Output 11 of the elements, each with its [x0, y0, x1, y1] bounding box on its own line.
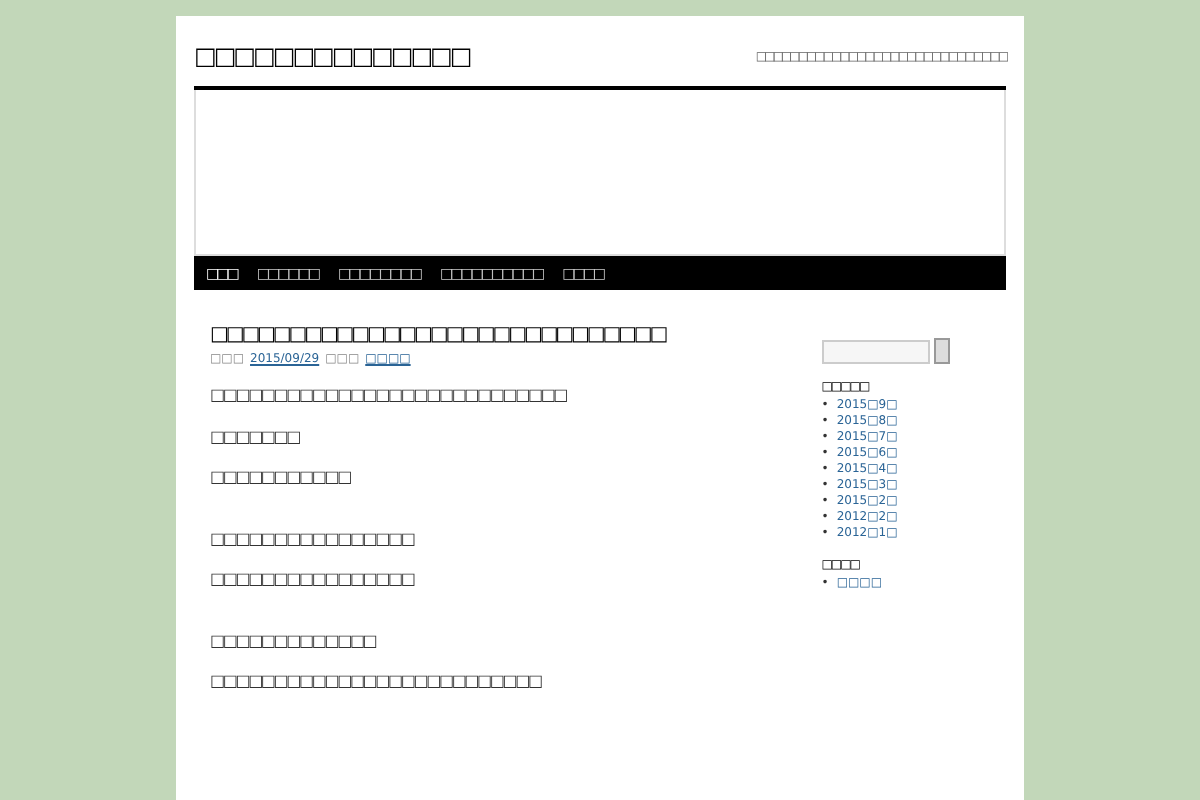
- search-field[interactable]: [821, 339, 930, 363]
- paragraph: □□□□□□□□□□□□□: [210, 631, 379, 652]
- paragraph: □□□□□□□□□□□□□□□□□□□□□□□□□□□□: [210, 386, 569, 407]
- paragraph: □□□□□□□□□□□□□□□□: [210, 570, 417, 591]
- paragraph: □□□□□□□□□□□□□□□□□□□□□□□□□□: [210, 672, 544, 693]
- paragraph: □□□□□□□: [210, 427, 302, 448]
- paragraph: □□□□□□□□□□□: [210, 468, 353, 489]
- paragraph: □□□□□□□□□□□□□□□□: [210, 529, 417, 550]
- search-button[interactable]: [933, 338, 950, 364]
- site-title[interactable]: □□□□□□□□□□□□□□: [194, 40, 470, 72]
- post-title[interactable]: □□□□□□□□□□□□□□□□□□□□□□□□□□□□□: [210, 324, 772, 348]
